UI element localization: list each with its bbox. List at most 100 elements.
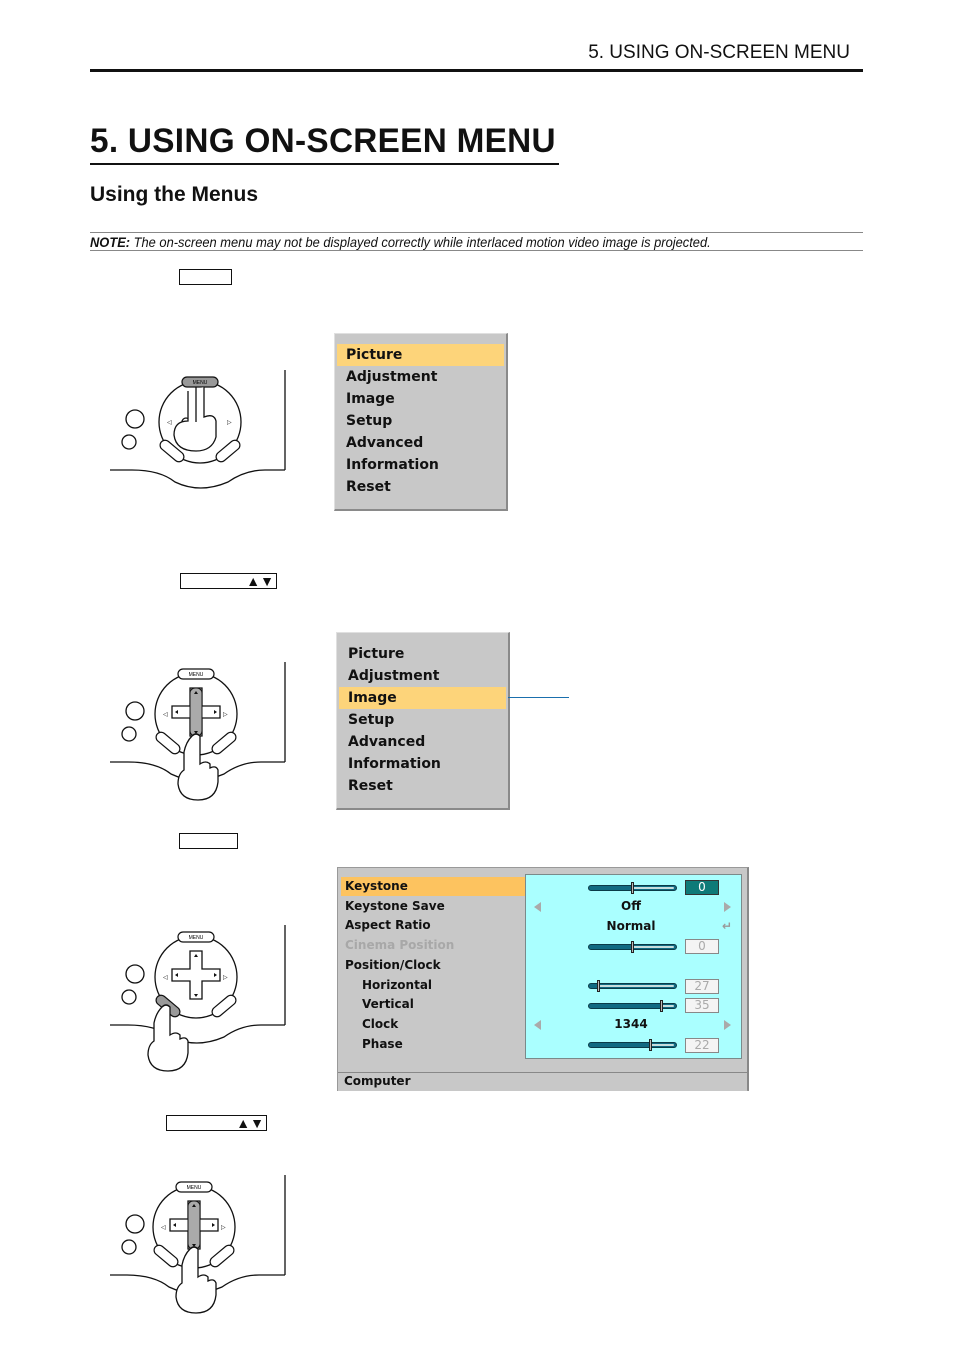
slider-thumb[interactable] [660, 999, 664, 1012]
power-button [125, 964, 145, 984]
value-box: 22 [685, 1037, 719, 1053]
remote-enter-press-illustration: MENU ◁ ▷ [110, 925, 286, 1072]
slider[interactable] [588, 940, 677, 953]
pressing-hand-icon [173, 387, 217, 452]
value-box: 27 [685, 978, 719, 994]
slider-thumb[interactable] [649, 1039, 653, 1052]
slider-track [631, 945, 674, 948]
volume-up-icon: ▷ [221, 1225, 226, 1231]
power-button [125, 409, 145, 429]
slider[interactable] [588, 881, 677, 894]
slider-track [631, 886, 674, 889]
remote-down-press-illustration-2: MENU ◁ ▷ [110, 1175, 286, 1314]
source-footer: Computer [338, 1072, 747, 1091]
submenu-row-aspect-ratio[interactable]: Aspect Ratio [341, 916, 525, 935]
exit-key [209, 1244, 235, 1268]
power-button [125, 1214, 145, 1234]
menu-key-box [179, 269, 232, 285]
submenu-row-vertical[interactable]: Vertical [341, 995, 542, 1014]
submenu-row-position-clock[interactable]: Position/Clock [341, 956, 525, 975]
menu-item-picture[interactable]: Picture [337, 344, 504, 366]
updown-key-pressed [187, 1200, 201, 1250]
menu-item-advanced[interactable]: Advanced [339, 731, 506, 753]
exit-key [215, 439, 241, 463]
volume-up-icon: ▷ [227, 420, 232, 426]
menu-item-adjustment[interactable]: Adjustment [339, 665, 506, 687]
value-box: 35 [685, 998, 719, 1014]
volume-down-icon: ◁ [167, 420, 172, 426]
source-button [121, 726, 137, 742]
cross-key [171, 950, 221, 1000]
slider-thumb[interactable] [597, 980, 601, 992]
exit-key [211, 994, 237, 1018]
power-button [125, 701, 145, 721]
enter-icon[interactable]: ↵ [722, 919, 732, 933]
slider-track [650, 1044, 674, 1047]
right-arrow-icon[interactable] [724, 1020, 731, 1031]
source-button [121, 1239, 137, 1255]
menu-item-setup[interactable]: Setup [337, 410, 504, 432]
menu-key-label: MENU [193, 380, 208, 386]
enter-key [153, 1244, 179, 1268]
left-arrow-icon[interactable] [534, 902, 541, 913]
menu-item-picture[interactable]: Picture [339, 643, 506, 665]
slider[interactable] [588, 980, 677, 992]
value-box: 0 [685, 939, 719, 955]
image-submenu: 0 Off Normal ↵ 0 27 35 1344 22 Computer Keystone… [337, 867, 749, 1091]
header-rule [90, 69, 863, 72]
volume-down-icon: ◁ [163, 975, 168, 981]
submenu-row-phase[interactable]: Phase [341, 1035, 542, 1054]
slider[interactable] [588, 999, 677, 1012]
option-value: Off [621, 899, 641, 914]
menu-item-information[interactable]: Information [339, 753, 506, 775]
right-arrow-icon[interactable] [724, 902, 731, 913]
value-box: 0 [685, 880, 719, 895]
main-menu-picture-selected: Picture Adjustment Image Setup Advanced Infor… [334, 333, 508, 511]
menu-item-image[interactable]: Image [339, 687, 506, 709]
menu-item-setup[interactable]: Setup [339, 709, 506, 731]
submenu-row-horizontal[interactable]: Horizontal [341, 976, 542, 995]
pressing-hand-icon [175, 1246, 217, 1314]
exit-key [211, 731, 237, 755]
slider-thumb[interactable] [631, 881, 634, 894]
up-down-arrows-icon: ▲▼ [236, 1115, 264, 1131]
section-title: Using the Menus [90, 183, 259, 206]
submenu-row-keystone[interactable]: Keystone [341, 877, 525, 896]
remote-menu-press-illustration: MENU ◁ ▷ [110, 370, 286, 489]
volume-down-icon: ◁ [161, 1225, 166, 1231]
option-value: 1344 [614, 1017, 648, 1032]
slider[interactable] [588, 1039, 677, 1052]
panel-contour [110, 469, 285, 489]
menu-key-label: MENU [187, 1185, 202, 1191]
submenu-row-cinema-position[interactable]: Cinema Position [341, 936, 525, 955]
menu-item-image[interactable]: Image [337, 388, 504, 410]
note-label: NOTE: [90, 234, 131, 250]
note-text: The on-screen menu may not be displayed … [130, 234, 711, 250]
running-header: 5. USING ON-SCREEN MENU [588, 42, 850, 63]
submenu-row-keystone-save[interactable]: Keystone Save [341, 897, 525, 916]
select-key-box-2: ▲▼ [166, 1115, 267, 1131]
menu-item-advanced[interactable]: Advanced [337, 432, 504, 454]
menu-key-label: MENU [189, 672, 204, 678]
menu-item-information[interactable]: Information [337, 454, 504, 476]
chapter-title: 5. USING ON-SCREEN MENU [90, 122, 556, 160]
settings-pane: 0 Off Normal ↵ 0 27 35 1344 22 [525, 874, 742, 1059]
slider-track [597, 985, 674, 987]
menu-key-label: MENU [189, 935, 204, 941]
slider-thumb[interactable] [631, 940, 634, 953]
volume-up-icon: ▷ [223, 975, 228, 981]
up-down-arrows-icon: ▲▼ [246, 573, 274, 589]
panel-contour [110, 1024, 285, 1044]
note: NOTE: The on-screen menu may not be disp… [90, 234, 711, 250]
select-key-box: ▲▼ [180, 573, 277, 589]
main-menu-image-selected: Picture Adjustment Image Setup Advanced Infor… [336, 632, 510, 810]
menu-item-reset[interactable]: Reset [337, 476, 504, 498]
menu-item-reset[interactable]: Reset [339, 775, 506, 797]
source-button [121, 434, 137, 450]
note-rule-top [90, 232, 863, 233]
menu-item-adjustment[interactable]: Adjustment [337, 366, 504, 388]
updown-key-pressed [189, 687, 203, 737]
submenu-row-clock[interactable]: Clock [341, 1015, 542, 1034]
chapter-rule [90, 163, 559, 165]
note-rule-bottom [90, 250, 863, 251]
